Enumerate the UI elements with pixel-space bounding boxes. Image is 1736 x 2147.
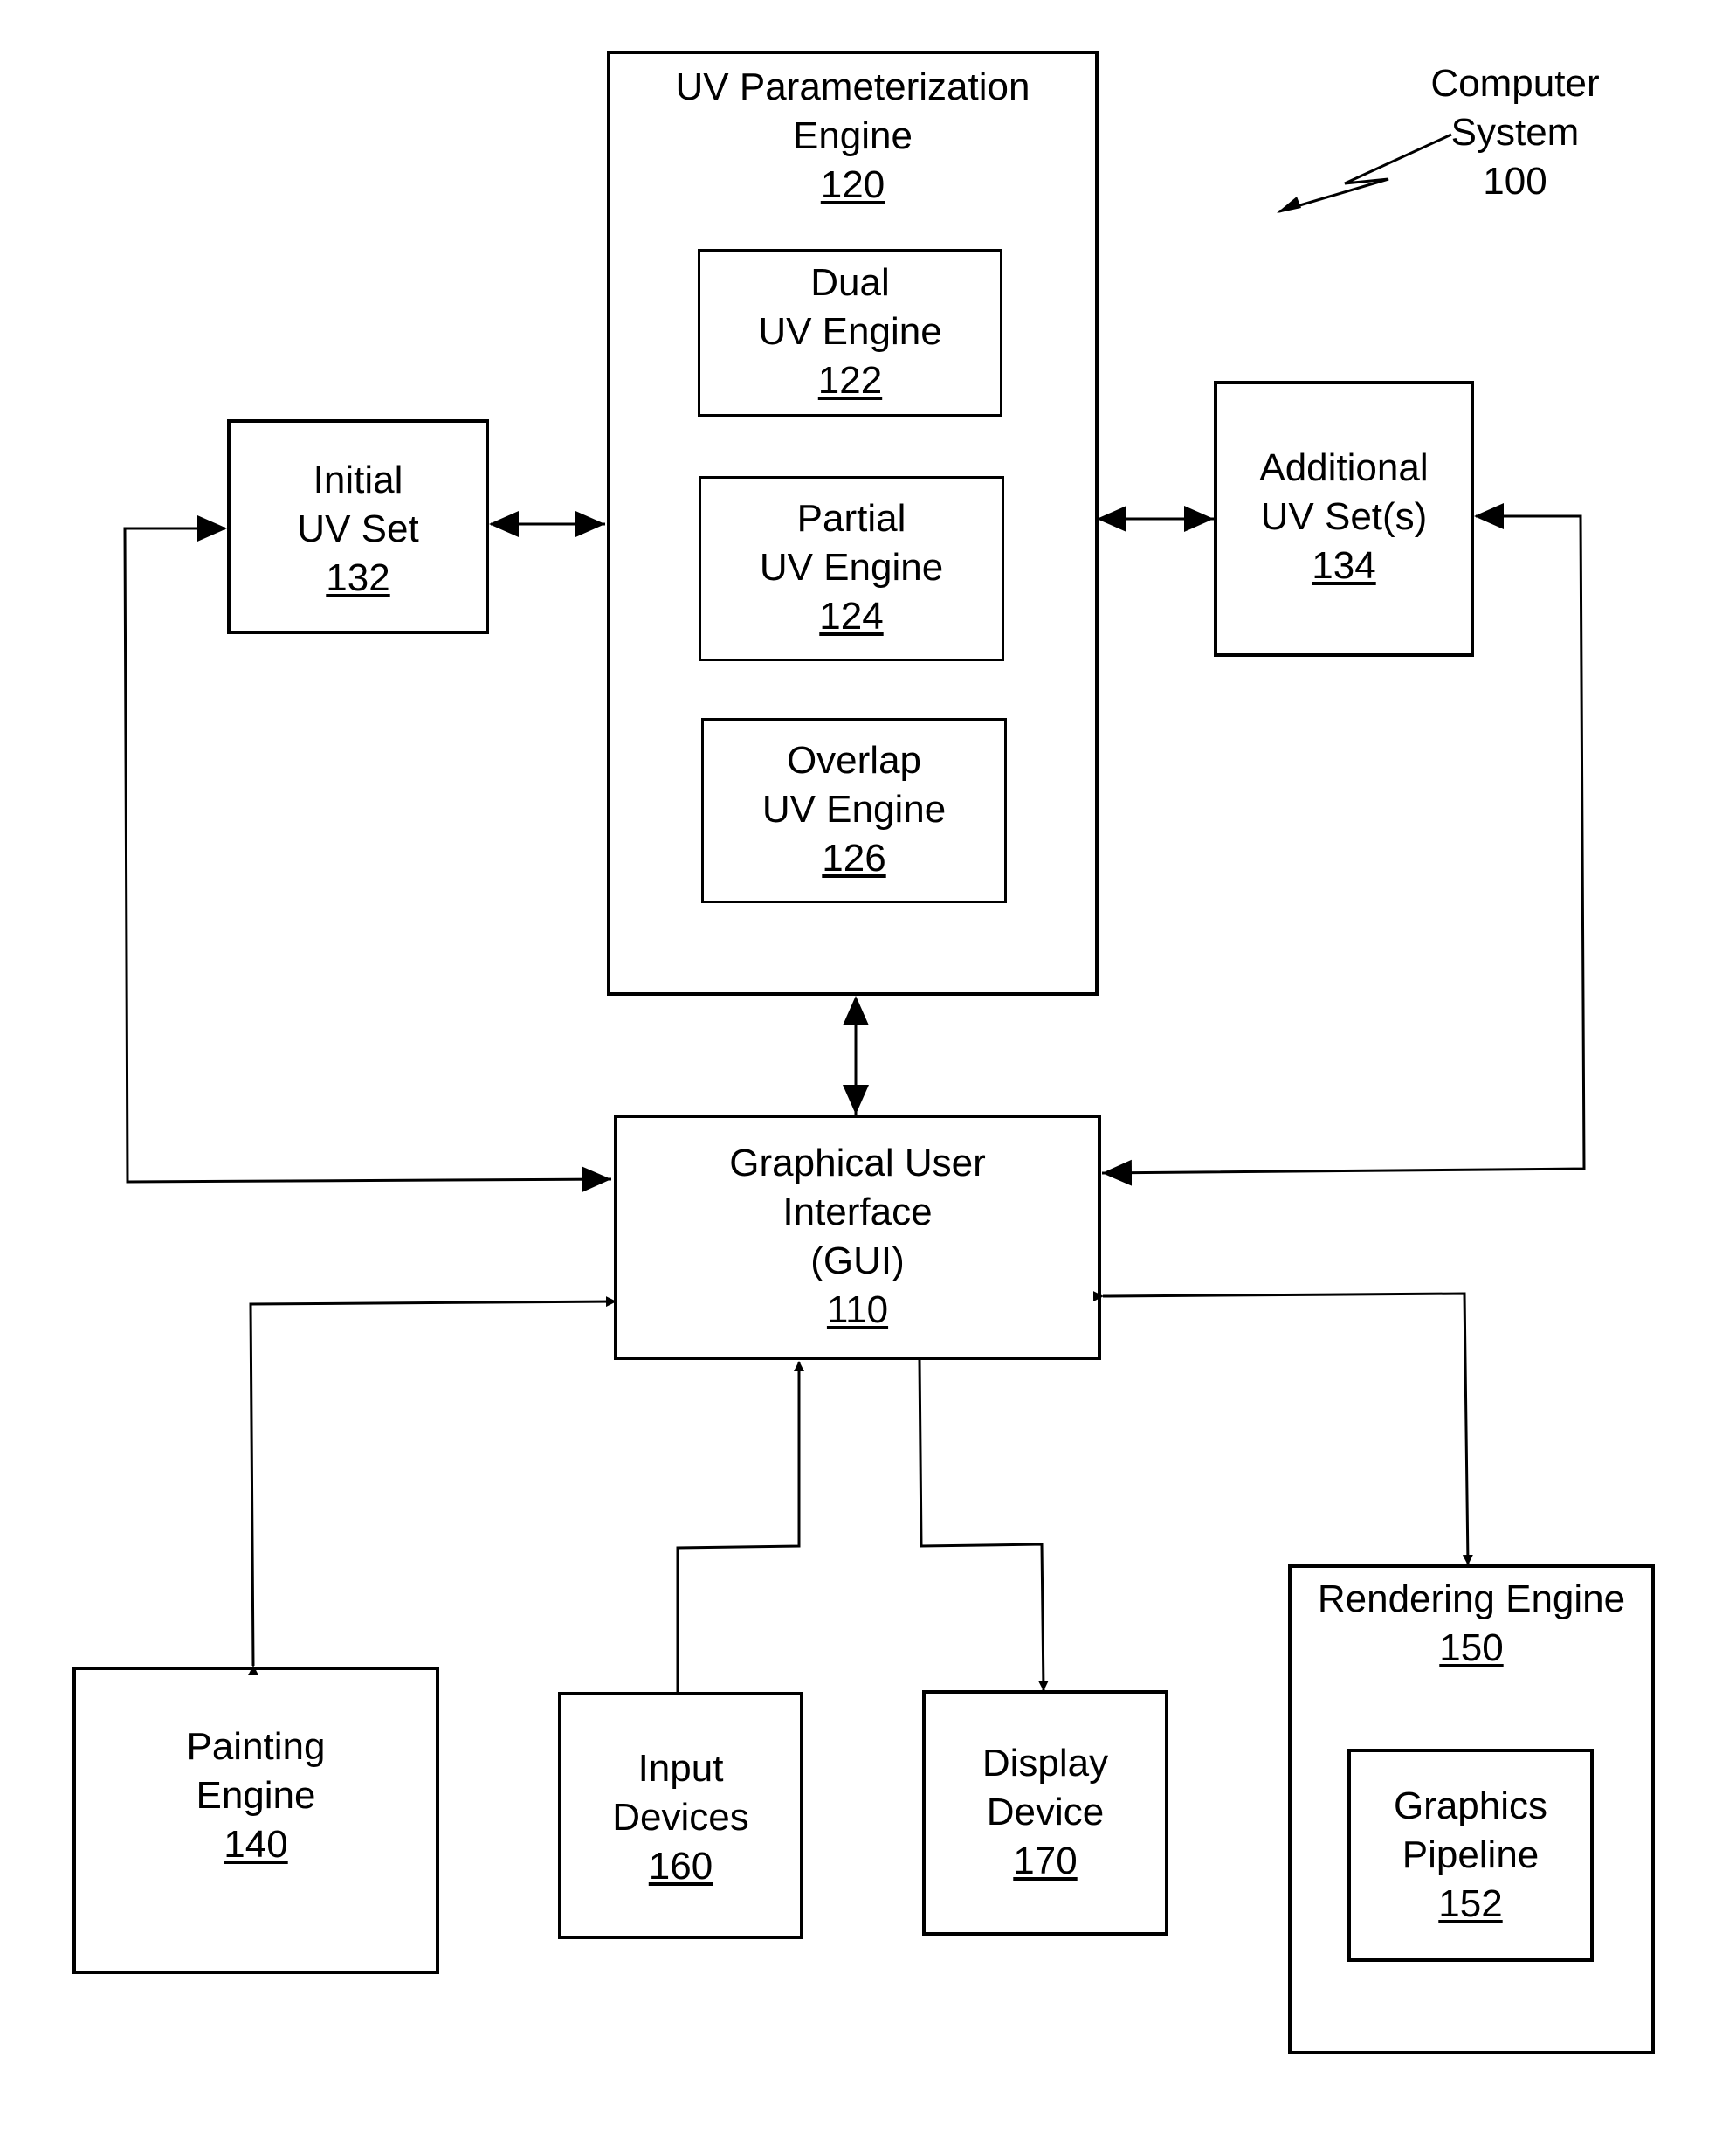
partial-uv-engine-box[interactable]: Partial UV Engine 124: [699, 476, 1004, 661]
additional-uv-sets-box[interactable]: Additional UV Set(s) 134: [1214, 381, 1474, 657]
display-device-box[interactable]: Display Device 170: [922, 1690, 1168, 1936]
edge-gui-display: [918, 1359, 1049, 1691]
gui-box[interactable]: Graphical User Interface (GUI) 110: [614, 1115, 1101, 1360]
input-devices-box[interactable]: Input Devices 160: [558, 1692, 803, 1939]
computer-system-label: Computer System 100: [1430, 62, 1600, 203]
graphics-pipeline-box[interactable]: Graphics Pipeline 152: [1347, 1749, 1594, 1962]
painting-engine-box[interactable]: Painting Engine 140: [72, 1667, 439, 1974]
initial-uv-set-box[interactable]: Initial UV Set 132: [227, 419, 489, 634]
dual-uv-engine-box[interactable]: Dual UV Engine 122: [698, 249, 1002, 417]
overlap-uv-engine-box[interactable]: Overlap UV Engine 126: [701, 718, 1007, 903]
edge-input-gui: [676, 1361, 804, 1692]
edge-painting-gui: [248, 1296, 617, 1676]
edge-gui-rendering: [1092, 1291, 1473, 1565]
